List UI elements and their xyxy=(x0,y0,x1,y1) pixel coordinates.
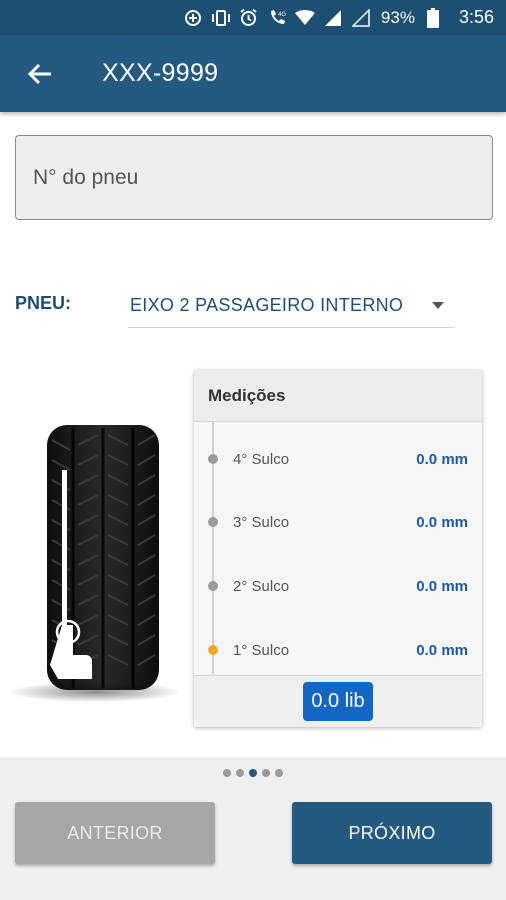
svg-text:4G: 4G xyxy=(278,12,286,18)
page-dot xyxy=(236,769,244,777)
pressure-footer: 0.0 lib xyxy=(194,675,482,727)
timeline-dot xyxy=(208,454,218,464)
pneu-label: PNEU: xyxy=(15,293,72,313)
pressure-button[interactable]: 0.0 lib xyxy=(303,682,373,721)
page-dot xyxy=(262,769,270,777)
battery-percent: 93% xyxy=(380,7,415,27)
data-saver-icon xyxy=(183,8,203,28)
tire-shadow xyxy=(10,682,180,702)
page-title: XXX-9999 xyxy=(102,59,219,87)
battery-icon xyxy=(423,7,443,28)
status-bar: 4G 93% 3:56 xyxy=(0,0,506,35)
groove-value: 0.0 mm xyxy=(416,641,468,659)
measurement-row[interactable]: 4° Sulco 0.0 mm xyxy=(194,444,482,474)
bottom-bar: ANTERIOR PRÓXIMO xyxy=(0,757,506,900)
page-indicator xyxy=(0,769,506,777)
measurement-row[interactable]: 2° Sulco 0.0 mm xyxy=(194,571,482,601)
timeline-dot xyxy=(208,517,218,527)
groove-value: 0.0 mm xyxy=(416,513,468,531)
alarm-icon xyxy=(239,8,259,28)
groove-label: 3° Sulco xyxy=(233,513,290,531)
tire-illustration xyxy=(10,420,180,705)
groove-value: 0.0 mm xyxy=(416,450,468,468)
app-bar: XXX-9999 xyxy=(0,35,506,112)
timeline-dot xyxy=(208,581,218,591)
measurement-row[interactable]: 3° Sulco 0.0 mm xyxy=(194,507,482,537)
chevron-down-icon xyxy=(432,302,444,309)
page-dot xyxy=(275,769,283,777)
arrow-left-icon xyxy=(27,63,51,84)
signal-icon xyxy=(323,8,343,28)
timeline-dot-active xyxy=(208,645,218,655)
measurement-row[interactable]: 1° Sulco 0.0 mm xyxy=(194,635,482,665)
groove-label: 4° Sulco xyxy=(233,450,290,468)
tire-image xyxy=(47,425,159,690)
measurements-card: Medições 4° Sulco 0.0 mm 3° Sulco 0.0 mm… xyxy=(194,370,482,727)
pneu-selected-value: EIXO 2 PASSAGEIRO INTERNO xyxy=(130,295,404,315)
vibrate-icon xyxy=(211,8,231,28)
groove-label: 1° Sulco xyxy=(233,641,290,659)
page-dot-active xyxy=(249,769,257,777)
groove-value: 0.0 mm xyxy=(416,577,468,595)
tire-number-input[interactable] xyxy=(33,165,492,190)
groove-label: 2° Sulco xyxy=(233,577,290,595)
page-dot xyxy=(223,769,231,777)
wifi-call-icon: 4G xyxy=(267,8,287,28)
back-button[interactable] xyxy=(20,54,60,94)
clock: 3:56 xyxy=(458,7,494,27)
previous-button[interactable]: ANTERIOR xyxy=(15,802,215,864)
wifi-icon xyxy=(294,8,315,28)
pneu-select[interactable]: EIXO 2 PASSAGEIRO INTERNO xyxy=(128,284,454,328)
next-button[interactable]: PRÓXIMO xyxy=(292,802,492,864)
signal-empty-icon xyxy=(351,8,371,28)
tire-number-field[interactable] xyxy=(15,135,493,220)
measurements-title: Medições xyxy=(194,370,482,422)
